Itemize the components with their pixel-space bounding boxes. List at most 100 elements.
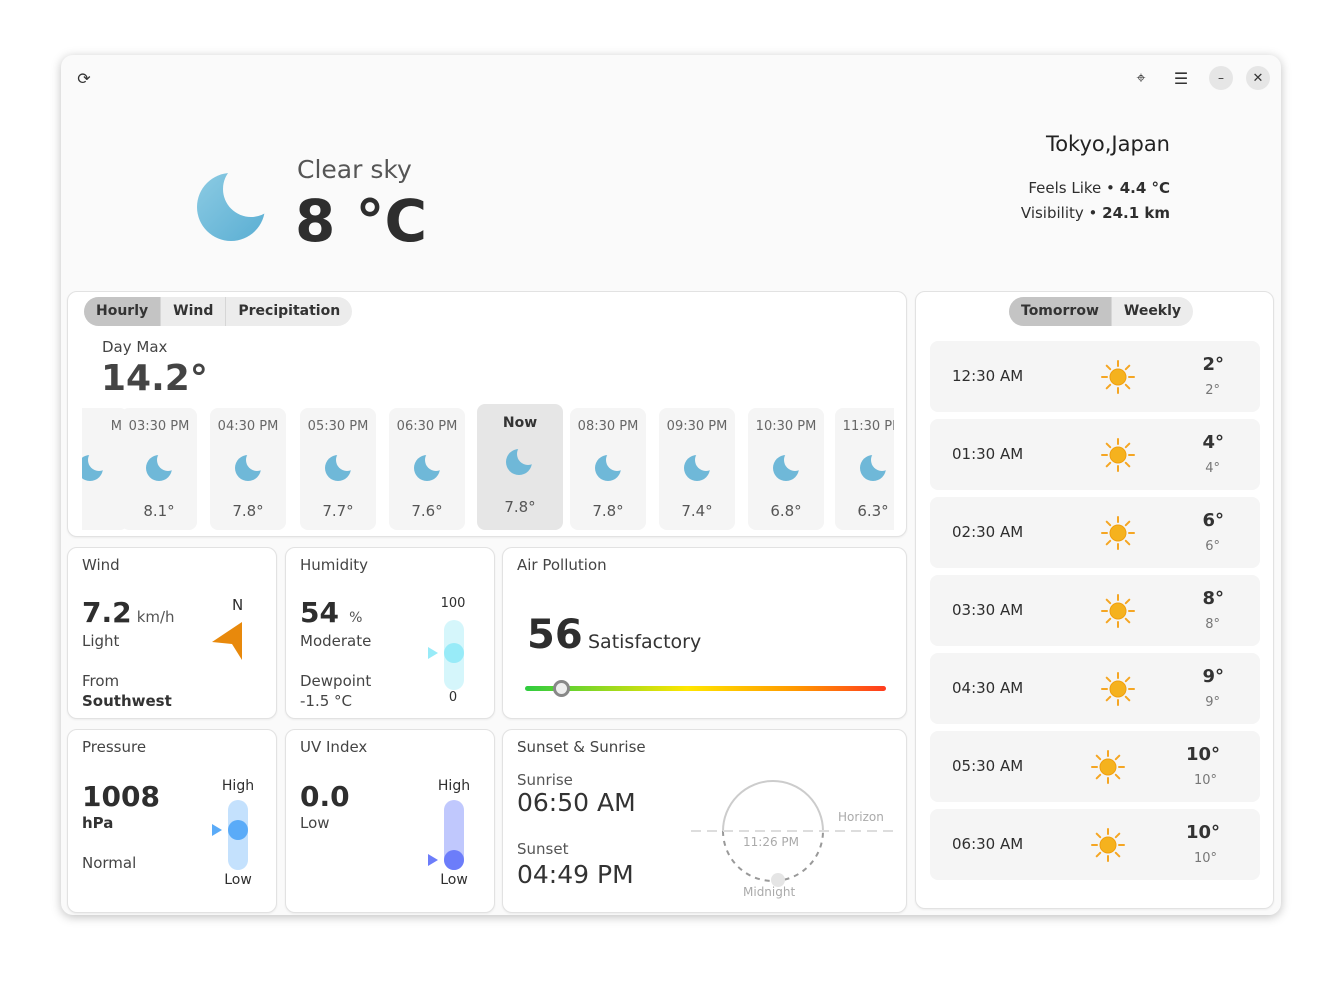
humidity-gauge-knob [428, 643, 464, 663]
tab-tomorrow[interactable]: Tomorrow [1009, 297, 1112, 326]
hourly-item[interactable]: 08:30 PM 7.8° [570, 408, 646, 530]
humidity-min: 0 [448, 690, 458, 705]
visibility-value: 24.1 km [1102, 204, 1170, 222]
sun-icon [1098, 435, 1138, 479]
wind-card: Wind 7.2 km/h Light From Southwest N [67, 547, 277, 719]
horizon-label: Horizon [838, 810, 884, 824]
wind-desc: Light [82, 632, 120, 650]
crosshair-icon[interactable]: ⌖ [1129, 66, 1153, 90]
moon-icon [859, 452, 889, 486]
moon-icon [594, 452, 624, 486]
hourly-item[interactable]: 10:30 PM 6.8° [748, 408, 824, 530]
close-icon[interactable]: ✕ [1246, 66, 1270, 90]
sun-arc-diagram [691, 780, 895, 887]
humidity-max: 100 [440, 596, 466, 611]
row-time: 04:30 AM [952, 679, 1024, 697]
humidity-unit: % [349, 610, 363, 626]
air-title: Air Pollution [517, 556, 607, 574]
hourly-item[interactable]: 06:30 PM 7.6° [389, 408, 465, 530]
row-low: 9° [1205, 695, 1220, 710]
hourly-time: 03:30 PM [128, 419, 190, 434]
row-low: 10° [1193, 773, 1217, 788]
hourly-time: 04:30 PM [217, 419, 279, 434]
moon-icon [505, 446, 535, 480]
moon-icon [197, 173, 265, 241]
sun-icon [1088, 747, 1128, 791]
aqi-desc: Satisfactory [588, 631, 702, 653]
hourly-item[interactable]: 04:30 PM 7.8° [210, 408, 286, 530]
sun-icon [1098, 591, 1138, 635]
hourly-temp: 7.7° [322, 502, 354, 520]
tomorrow-row[interactable]: 06:30 AM 10° 10° [930, 809, 1260, 880]
hourly-time: 11:30 PM [842, 419, 894, 434]
location-name: Tokyo,Japan [1045, 132, 1170, 156]
humidity-number: 54 [300, 596, 339, 629]
tomorrow-row[interactable]: 05:30 AM 10° 10° [930, 731, 1260, 802]
current-time-label: 11:26 PM [743, 835, 799, 849]
midnight-label: Midnight [743, 885, 796, 899]
hourly-item[interactable]: 09:30 PM 7.4° [659, 408, 735, 530]
hamburger-icon[interactable]: ☰ [1169, 66, 1193, 90]
tomorrow-row[interactable]: 01:30 AM 4° 4° [930, 419, 1260, 490]
north-label: N [232, 596, 244, 614]
uv-gauge-knob [428, 850, 464, 870]
row-high: 10° [1185, 822, 1220, 843]
row-time: 01:30 AM [952, 445, 1024, 463]
hourly-time: 05:30 PM [307, 419, 369, 434]
hourly-time: 06:30 PM [396, 419, 458, 434]
hourly-item[interactable]: 03:30 PM 8.1° [121, 408, 197, 530]
dewpoint-label: Dewpoint [300, 672, 372, 690]
sunset-time: 04:49 PM [517, 860, 634, 889]
visibility: Visibility • 24.1 km [1021, 204, 1170, 222]
pressure-title: Pressure [82, 738, 147, 756]
tomorrow-row[interactable]: 02:30 AM 6° 6° [930, 497, 1260, 568]
pressure-desc: Normal [82, 854, 137, 872]
minimize-icon[interactable]: – [1209, 66, 1233, 90]
hourly-list[interactable]: M 03:30 PM 8.1° 04:30 PM 7.8° 05:30 PM 7.7… [82, 292, 894, 538]
pressure-value: 1008 [82, 780, 160, 813]
wind-speed-unit: km/h [136, 608, 175, 626]
moon-icon [234, 452, 264, 486]
visibility-label: Visibility • [1020, 204, 1098, 222]
tomorrow-row[interactable]: 04:30 AM 9° 9° [930, 653, 1260, 724]
sun-icon [1088, 825, 1128, 869]
hourly-temp: 7.6° [411, 502, 443, 520]
aqi-bar [525, 680, 886, 697]
hourly-temp: 6.3° [857, 502, 889, 520]
pressure-card: Pressure 1008 hPa Normal High Low [67, 729, 277, 913]
row-low: 2° [1205, 383, 1220, 398]
pressure-low: Low [224, 872, 252, 888]
moon-icon [683, 452, 713, 486]
wind-title: Wind [82, 556, 120, 574]
current-temperature: 8 °C [295, 187, 428, 255]
hourly-item[interactable]: 11:30 PM 6.3° [835, 408, 894, 530]
row-high: 9° [1202, 666, 1224, 687]
pressure-unit: hPa [82, 814, 114, 832]
refresh-icon[interactable]: ⟳ [72, 66, 96, 90]
hourly-time: 08:30 PM [577, 419, 639, 434]
uv-gauge [428, 800, 464, 870]
sunset-label: Sunset [517, 840, 569, 858]
hourly-time: Now [502, 415, 538, 431]
hourly-time: 09:30 PM [666, 419, 728, 434]
uv-high: High [437, 778, 471, 794]
tomorrow-row[interactable]: 12:30 AM 2° 2° [930, 341, 1260, 412]
sunrise-time: 06:50 AM [517, 788, 636, 817]
tomorrow-row[interactable]: 03:30 AM 8° 8° [930, 575, 1260, 646]
aqi-knob [553, 680, 571, 697]
dewpoint-value: -1.5 °C [300, 692, 353, 710]
wind-speed-value: 7.2 [82, 596, 132, 629]
uv-card: UV Index 0.0 Low High Low [285, 729, 495, 913]
row-time: 02:30 AM [952, 523, 1024, 541]
moon-icon [772, 452, 802, 486]
pressure-gauge [212, 800, 248, 870]
moon-icon [413, 452, 443, 486]
hourly-item[interactable]: Now 7.8° [477, 404, 563, 530]
hourly-item[interactable]: 05:30 PM 7.7° [300, 408, 376, 530]
tab-weekly[interactable]: Weekly [1112, 297, 1193, 326]
gauge-pointer-icon [428, 854, 438, 866]
row-time: 06:30 AM [952, 835, 1024, 853]
row-low: 8° [1205, 617, 1220, 632]
pressure-high: High [221, 778, 255, 794]
hourly-temp: 7.8° [592, 502, 624, 520]
